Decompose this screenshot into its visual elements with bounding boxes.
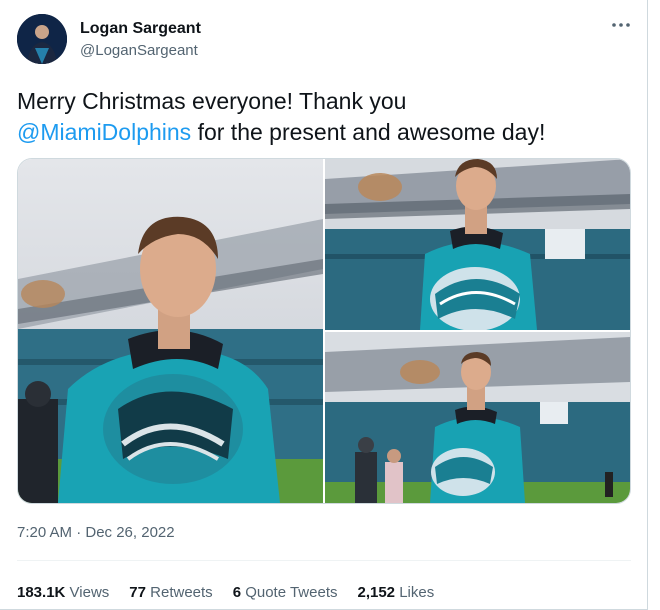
- photo-1[interactable]: [18, 159, 323, 503]
- more-options-button[interactable]: [605, 14, 637, 36]
- more-dots-icon: [612, 23, 630, 27]
- display-name[interactable]: Logan Sargeant: [80, 20, 201, 38]
- photo-2[interactable]: [325, 159, 630, 330]
- views-stat: 183.1K Views: [17, 584, 109, 601]
- tweet-text: Merry Christmas everyone! Thank you @Mia…: [17, 86, 632, 148]
- avatar[interactable]: [17, 14, 67, 64]
- mention-link[interactable]: @MiamiDolphins: [17, 119, 191, 145]
- retweets-stat[interactable]: 77 Retweets: [129, 584, 212, 601]
- likes-stat[interactable]: 2,152 Likes: [357, 584, 434, 601]
- quote-tweets-stat[interactable]: 6 Quote Tweets: [233, 584, 338, 601]
- tweet-stats: 183.1K Views 77 Retweets 6 Quote Tweets …: [17, 584, 434, 601]
- views-label: Views: [69, 584, 110, 601]
- retweets-label: Retweets: [150, 584, 213, 601]
- views-count: 183.1K: [17, 584, 66, 601]
- likes-count: 2,152: [357, 584, 396, 601]
- quote-tweets-label: Quote Tweets: [245, 584, 338, 601]
- tweet-text-part2: for the present and awesome day!: [191, 119, 546, 145]
- tweet-timestamp[interactable]: 7:20 AM · Dec 26, 2022: [17, 524, 175, 541]
- divider: [17, 560, 631, 561]
- retweets-count: 77: [129, 584, 146, 601]
- tweet-text-part1: Merry Christmas everyone! Thank you: [17, 88, 407, 114]
- user-handle[interactable]: @LoganSargeant: [80, 42, 198, 59]
- quote-tweets-count: 6: [232, 584, 242, 601]
- tweet-card: Logan Sargeant @LoganSargeant Merry Chri…: [0, 0, 648, 610]
- photo-3[interactable]: [325, 332, 630, 503]
- media-grid: [17, 158, 631, 504]
- likes-label: Likes: [399, 584, 435, 601]
